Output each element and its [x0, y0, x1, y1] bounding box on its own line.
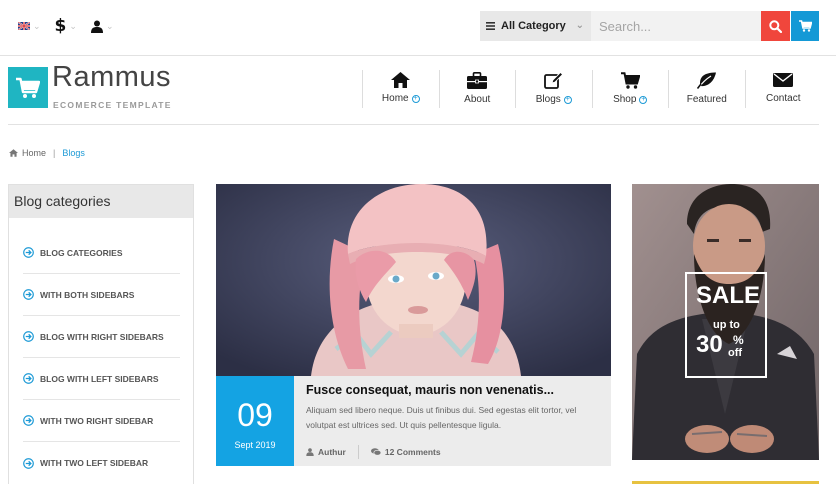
- meta-divider: [357, 445, 359, 459]
- sidebar-item-label: WITH TWO RIGHT SIDEBAR: [40, 415, 154, 426]
- header-divider: [8, 124, 819, 125]
- post-meta: Authur 12 Comments: [306, 445, 441, 459]
- user-icon: [90, 20, 103, 33]
- category-select-label: All Category: [501, 20, 566, 32]
- sidebar-title: Blog categories: [9, 185, 193, 218]
- nav-label: Contact: [766, 93, 801, 104]
- currency-selector[interactable]: $ ⌄: [55, 14, 77, 38]
- arrow-circle-right-icon: [23, 415, 34, 426]
- category-select[interactable]: All Category ⌄: [480, 11, 591, 41]
- cart-icon: [620, 72, 640, 89]
- nav-item-blogs[interactable]: Blogs +: [515, 70, 592, 108]
- top-bar-left: ⌄ $ ⌄ ⌄: [18, 14, 113, 38]
- sidebar-item-label: WITH TWO LEFT SIDEBAR: [40, 458, 149, 468]
- nav-label: Home: [381, 93, 409, 104]
- nav-label: About: [464, 94, 491, 105]
- chevron-down-icon: ⌄: [33, 20, 41, 31]
- briefcase-icon: [467, 72, 488, 89]
- post-date-day: 09: [237, 397, 273, 433]
- search-icon: [769, 19, 782, 33]
- breadcrumb-current[interactable]: Blogs: [62, 148, 85, 158]
- plus-circle-icon: +: [639, 95, 648, 104]
- nav-item-contact[interactable]: Contact: [744, 70, 822, 108]
- currency-symbol: $: [54, 16, 67, 36]
- user-icon: [306, 448, 314, 456]
- arrow-circle-right-icon: [23, 331, 34, 342]
- nav-item-about[interactable]: About: [438, 70, 516, 108]
- nav-item-home[interactable]: Home +: [362, 70, 439, 108]
- edit-icon: [544, 72, 564, 89]
- cart-icon: [16, 77, 40, 98]
- sidebar-item-label: BLOG CATEGORIES: [40, 247, 123, 258]
- comments-icon: [370, 448, 381, 456]
- sidebar-list: BLOG CATEGORIES WITH BOTH SIDEBARS BLOG …: [9, 232, 193, 484]
- cart-icon: [798, 20, 812, 32]
- post-author-name: Authur: [318, 447, 346, 457]
- nav-label: Shop: [613, 94, 637, 105]
- nav-label: Featured: [686, 94, 727, 105]
- uk-flag-icon: [18, 22, 30, 30]
- logo-tagline: ECOMERCE TEMPLATE: [53, 100, 172, 110]
- post-comments[interactable]: 12 Comments: [370, 447, 441, 457]
- arrow-circle-right-icon: [23, 289, 34, 300]
- breadcrumb-separator: |: [53, 148, 56, 158]
- account-selector[interactable]: ⌄: [90, 14, 114, 38]
- breadcrumb: Home | Blogs: [9, 148, 85, 158]
- post-comments-count: 12 Comments: [384, 447, 441, 457]
- logo-mark[interactable]: [8, 67, 48, 108]
- search-input[interactable]: [591, 11, 761, 41]
- sale-banner[interactable]: SALE up to 30 % off: [632, 184, 819, 460]
- nav-label: Blogs: [535, 94, 561, 105]
- sidebar-item-two-left-sidebar[interactable]: WITH TWO LEFT SIDEBAR: [23, 442, 180, 484]
- sidebar-item-left-sidebars[interactable]: BLOG WITH LEFT SIDEBARS: [23, 358, 180, 400]
- plus-circle-icon: +: [411, 94, 420, 103]
- top-bar: ⌄ $ ⌄ ⌄ All Category ⌄: [0, 0, 836, 56]
- chevron-down-icon: ⌄: [69, 20, 77, 31]
- sidebar-item-both-sidebars[interactable]: WITH BOTH SIDEBARS: [23, 274, 180, 316]
- cart-button[interactable]: [791, 11, 819, 41]
- logo-name[interactable]: Rammus: [52, 61, 171, 94]
- chevron-down-icon: ⌄: [105, 20, 114, 31]
- post-date: 09 Sept 2019: [216, 376, 294, 466]
- sidebar-item-label: BLOG WITH LEFT SIDEBARS: [40, 373, 159, 384]
- sidebar-item-two-right-sidebar[interactable]: WITH TWO RIGHT SIDEBAR: [23, 400, 180, 442]
- chevron-down-icon: ⌄: [575, 20, 584, 31]
- post-title[interactable]: Fusce consequat, mauris non venenatis...: [306, 383, 611, 397]
- sidebar-item-blog-categories[interactable]: BLOG CATEGORIES: [23, 232, 180, 274]
- sale-title: SALE: [696, 282, 761, 309]
- language-selector[interactable]: ⌄: [18, 14, 41, 38]
- nav-item-shop[interactable]: Shop +: [591, 70, 669, 108]
- arrow-circle-right-icon: [23, 373, 34, 384]
- plus-circle-icon: +: [563, 95, 572, 104]
- blog-categories-sidebar: Blog categories BLOG CATEGORIES WITH BOT…: [8, 184, 194, 484]
- envelope-icon: [773, 73, 794, 87]
- post-body: Fusce consequat, mauris non venenatis...…: [294, 376, 611, 466]
- breadcrumb-home[interactable]: Home: [22, 148, 46, 158]
- sidebar-item-label: WITH BOTH SIDEBARS: [40, 289, 135, 300]
- main-nav: Home + About Blogs + Shop + Featured Con…: [362, 70, 821, 108]
- post-author[interactable]: Authur: [306, 447, 346, 457]
- nav-item-featured[interactable]: Featured: [668, 70, 745, 108]
- sale-percent: %: [733, 333, 744, 347]
- arrow-circle-right-icon: [23, 247, 34, 258]
- sidebar-item-label: BLOG WITH RIGHT SIDEBARS: [40, 331, 164, 342]
- sidebar-item-right-sidebars[interactable]: BLOG WITH RIGHT SIDEBARS: [23, 316, 180, 358]
- leaf-icon: [696, 72, 716, 89]
- sale-amount: 30: [696, 331, 723, 358]
- sale-off: off: [728, 347, 743, 359]
- sale-box: SALE up to 30 % off: [685, 272, 767, 378]
- arrow-circle-right-icon: [23, 457, 34, 469]
- sale-up-to: up to: [713, 319, 740, 331]
- post-image[interactable]: [216, 184, 611, 376]
- home-icon: [391, 72, 411, 88]
- post-date-month: Sept 2019: [234, 440, 276, 450]
- home-icon: [9, 149, 18, 157]
- post-photo: [216, 184, 611, 376]
- list-icon: [486, 22, 495, 30]
- post-excerpt: Aliquam sed libero neque. Duis ut finibu…: [306, 405, 577, 430]
- search-button[interactable]: [761, 11, 790, 41]
